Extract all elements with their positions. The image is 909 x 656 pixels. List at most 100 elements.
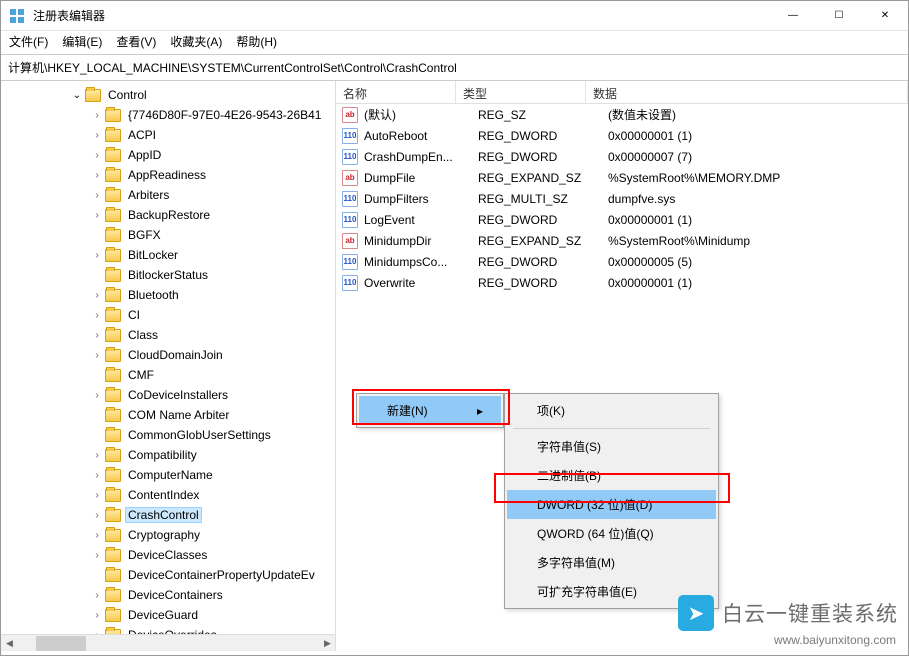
maximize-button[interactable]: ☐ [816,1,862,31]
tree-item[interactable]: ›Arbiters [1,185,335,205]
value-data: 0x00000001 (1) [608,213,908,227]
value-row[interactable]: ab(默认)REG_SZ(数值未设置) [336,104,908,125]
value-row[interactable]: 110AutoRebootREG_DWORD0x00000001 (1) [336,125,908,146]
close-button[interactable]: ✕ [862,1,908,31]
tree-item[interactable]: ›DeviceGuard [1,605,335,625]
tree-item[interactable]: ›ComputerName [1,465,335,485]
value-row[interactable]: 110MinidumpsCo...REG_DWORD0x00000005 (5) [336,251,908,272]
chevron-down-icon[interactable]: ⌄ [71,90,83,101]
binary-value-icon: 110 [342,212,358,228]
minimize-button[interactable]: — [770,1,816,31]
chevron-right-icon[interactable]: › [91,530,103,541]
submenu-dword32[interactable]: DWORD (32 位)值(D) [507,490,716,519]
chevron-right-icon[interactable]: › [91,210,103,221]
tree-item[interactable]: ›BitLocker [1,245,335,265]
binary-value-icon: 110 [342,128,358,144]
value-row[interactable]: 110DumpFiltersREG_MULTI_SZdumpfve.sys [336,188,908,209]
menu-favorites[interactable]: 收藏夹(A) [170,33,222,50]
tree-item[interactable]: ›Cryptography [1,525,335,545]
context-menu: 新建(N) ▸ [356,393,504,428]
chevron-right-icon[interactable]: › [91,390,103,401]
scroll-left-icon[interactable]: ◀ [1,635,18,652]
folder-icon [85,89,101,102]
tree-item[interactable]: ›AppID [1,145,335,165]
tree-item[interactable]: ›CoDeviceInstallers [1,385,335,405]
chevron-right-icon[interactable]: › [91,510,103,521]
chevron-right-icon[interactable]: › [91,190,103,201]
tree-item[interactable]: › DeviceContainers [1,585,335,605]
menu-help[interactable]: 帮助(H) [236,33,277,50]
menu-view[interactable]: 查看(V) [116,33,156,50]
value-row[interactable]: 110LogEventREG_DWORD0x00000001 (1) [336,209,908,230]
value-type: REG_EXPAND_SZ [478,234,608,248]
value-list-pane[interactable]: 名称 类型 数据 ab(默认)REG_SZ(数值未设置)110AutoReboo… [336,81,908,651]
address-bar[interactable]: 计算机\HKEY_LOCAL_MACHINE\SYSTEM\CurrentCon… [1,55,908,81]
chevron-right-icon[interactable]: › [91,310,103,321]
chevron-right-icon[interactable]: › [91,330,103,341]
folder-icon [105,209,121,222]
value-row[interactable]: 110CrashDumpEn...REG_DWORD0x00000007 (7) [336,146,908,167]
chevron-right-icon[interactable]: › [91,450,103,461]
chevron-right-icon[interactable]: › [91,470,103,481]
value-data: (数值未设置) [608,106,908,123]
submenu-key[interactable]: 项(K) [507,396,716,425]
watermark-url: www.baiyunxitong.com [774,633,896,647]
scroll-right-icon[interactable]: ▶ [319,635,336,652]
tree-pane[interactable]: ⌄Control›{7746D80F-97E0-4E26-9543-26B41›… [1,81,336,651]
tree-item[interactable]: ›AppReadiness [1,165,335,185]
tree-item[interactable]: ›CrashControl [1,505,335,525]
tree-item[interactable]: ›Bluetooth [1,285,335,305]
tree-item[interactable]: CMF [1,365,335,385]
menu-file[interactable]: 文件(F) [9,33,48,50]
tree-item-label: BitlockerStatus [125,267,211,283]
tree-item[interactable]: COM Name Arbiter [1,405,335,425]
tree-item[interactable]: DeviceContainerPropertyUpdateEv [1,565,335,585]
chevron-right-icon[interactable]: › [91,250,103,261]
tree-item[interactable]: ›Compatibility [1,445,335,465]
tree-item[interactable]: ›CI [1,305,335,325]
col-name[interactable]: 名称 [336,81,456,103]
tree-item[interactable]: ›ContentIndex [1,485,335,505]
chevron-right-icon[interactable]: › [91,170,103,181]
submenu-binary[interactable]: 二进制值(B) [507,461,716,490]
value-type: REG_DWORD [478,129,608,143]
tree-item[interactable]: ⌄Control [1,85,335,105]
binary-value-icon: 110 [342,191,358,207]
tree-item-label: DeviceContainers [125,587,226,603]
tree-item-label: {7746D80F-97E0-4E26-9543-26B41 [125,107,324,123]
chevron-right-icon[interactable]: › [91,610,103,621]
col-data[interactable]: 数据 [586,81,908,103]
tree-item[interactable]: ›ACPI [1,125,335,145]
tree-item[interactable]: › {7746D80F-97E0-4E26-9543-26B41 [1,105,335,125]
submenu-multistring[interactable]: 多字符串值(M) [507,548,716,577]
chevron-right-icon[interactable]: › [91,350,103,361]
chevron-right-icon[interactable]: › [91,590,103,601]
chevron-right-icon[interactable]: › [91,130,103,141]
tree-scrollbar-horizontal[interactable]: ◀ ▶ [1,634,336,651]
chevron-right-icon[interactable]: › [91,290,103,301]
value-row[interactable]: abMinidumpDirREG_EXPAND_SZ%SystemRoot%\M… [336,230,908,251]
menu-edit[interactable]: 编辑(E) [62,33,102,50]
folder-icon [105,609,121,622]
submenu-qword64[interactable]: QWORD (64 位)值(Q) [507,519,716,548]
tree-item[interactable]: BitlockerStatus [1,265,335,285]
submenu-string[interactable]: 字符串值(S) [507,432,716,461]
tree-item[interactable]: ›Class [1,325,335,345]
tree-item[interactable]: ›BackupRestore [1,205,335,225]
chevron-right-icon[interactable]: › [91,110,103,121]
scroll-thumb[interactable] [36,636,86,651]
value-row[interactable]: 110OverwriteREG_DWORD0x00000001 (1) [336,272,908,293]
tree-item[interactable]: ›DeviceClasses [1,545,335,565]
chevron-right-icon[interactable]: › [91,150,103,161]
chevron-right-icon[interactable]: › [91,490,103,501]
context-menu-new[interactable]: 新建(N) ▸ [359,396,501,425]
value-row[interactable]: abDumpFileREG_EXPAND_SZ%SystemRoot%\MEMO… [336,167,908,188]
tree-item[interactable]: BGFX [1,225,335,245]
tree-item-label: BGFX [125,227,164,243]
col-type[interactable]: 类型 [456,81,586,103]
tree-item-label: COM Name Arbiter [125,407,232,423]
tree-item[interactable]: CommonGlobUserSettings [1,425,335,445]
tree-item[interactable]: ›CloudDomainJoin [1,345,335,365]
chevron-right-icon[interactable]: › [91,550,103,561]
value-type: REG_DWORD [478,150,608,164]
